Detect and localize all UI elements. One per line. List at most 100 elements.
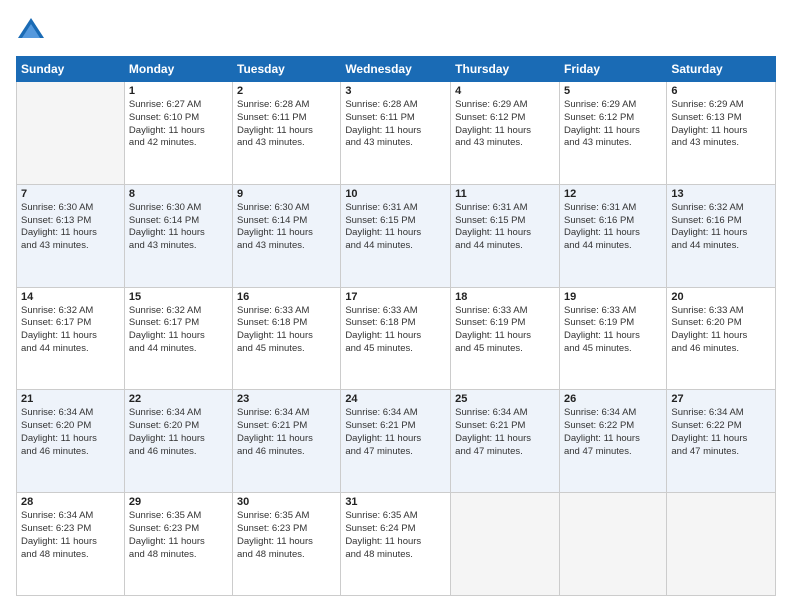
day-number: 28 — [21, 496, 120, 508]
calendar-week-row: 28 Sunrise: 6:34 AMSunset: 6:23 PMDayligh… — [17, 493, 776, 596]
day-info: Sunrise: 6:35 AMSunset: 6:24 PMDaylight:… — [345, 510, 446, 561]
header — [16, 16, 776, 46]
calendar-cell: 22Sunrise: 6:34 AMSunset: 6:20 PMDayligh… — [124, 390, 232, 493]
day-number: 29 — [129, 496, 228, 508]
calendar-cell: 7 Sunrise: 6:30 AMSunset: 6:13 PMDaylight… — [17, 184, 125, 287]
weekday-header: Thursday — [451, 57, 560, 82]
weekday-header: Friday — [559, 57, 666, 82]
day-number: 7 — [21, 188, 120, 200]
day-number: 27 — [671, 393, 771, 405]
calendar-week-row: 14Sunrise: 6:32 AMSunset: 6:17 PMDayligh… — [17, 287, 776, 390]
weekday-header: Sunday — [17, 57, 125, 82]
calendar-cell: 16Sunrise: 6:33 AMSunset: 6:18 PMDayligh… — [233, 287, 341, 390]
calendar-cell: 20 Sunrise: 6:33 AMSunset: 6:20 PMDayligh… — [667, 287, 776, 390]
calendar-cell: 1 Sunrise: 6:27 AMSunset: 6:10 PMDaylight… — [124, 82, 232, 185]
day-number: 19 — [564, 291, 662, 303]
calendar-cell: 15 Sunrise: 6:32 AMSunset: 6:17 PMDayligh… — [124, 287, 232, 390]
calendar-cell: 14Sunrise: 6:32 AMSunset: 6:17 PMDayligh… — [17, 287, 125, 390]
day-number: 11 — [455, 188, 555, 200]
day-number: 4 — [455, 85, 555, 97]
calendar-cell: 27 Sunrise: 6:34 AMSunset: 6:22 PMDayligh… — [667, 390, 776, 493]
day-info: Sunrise: 6:33 AMSunset: 6:18 PMDaylight:… — [345, 305, 446, 356]
day-info: Sunrise: 6:34 AMSunset: 6:21 PMDaylight:… — [237, 407, 336, 458]
calendar-header-row: SundayMondayTuesdayWednesdayThursdayFrid… — [17, 57, 776, 82]
weekday-header: Wednesday — [341, 57, 451, 82]
calendar-cell: 24Sunrise: 6:34 AMSunset: 6:21 PMDayligh… — [341, 390, 451, 493]
day-number: 16 — [237, 291, 336, 303]
calendar-cell: 19 Sunrise: 6:33 AMSunset: 6:19 PMDayligh… — [559, 287, 666, 390]
day-number: 13 — [671, 188, 771, 200]
calendar-cell: 13 Sunrise: 6:32 AMSunset: 6:16 PMDayligh… — [667, 184, 776, 287]
calendar-cell: 2 Sunrise: 6:28 AMSunset: 6:11 PMDaylight… — [233, 82, 341, 185]
calendar-week-row: 7 Sunrise: 6:30 AMSunset: 6:13 PMDaylight… — [17, 184, 776, 287]
day-number: 8 — [129, 188, 228, 200]
day-number: 5 — [564, 85, 662, 97]
day-number: 25 — [455, 393, 555, 405]
day-info: Sunrise: 6:32 AMSunset: 6:16 PMDaylight:… — [671, 202, 771, 253]
calendar-cell: 3 Sunrise: 6:28 AMSunset: 6:11 PMDaylight… — [341, 82, 451, 185]
logo — [16, 16, 50, 46]
calendar-cell — [17, 82, 125, 185]
calendar-cell: 11 Sunrise: 6:31 AMSunset: 6:15 PMDayligh… — [451, 184, 560, 287]
day-info: Sunrise: 6:30 AMSunset: 6:14 PMDaylight:… — [237, 202, 336, 253]
calendar-week-row: 21 Sunrise: 6:34 AMSunset: 6:20 PMDayligh… — [17, 390, 776, 493]
calendar-table: SundayMondayTuesdayWednesdayThursdayFrid… — [16, 56, 776, 596]
calendar-cell: 12Sunrise: 6:31 AMSunset: 6:16 PMDayligh… — [559, 184, 666, 287]
day-info: Sunrise: 6:29 AMSunset: 6:12 PMDaylight:… — [564, 99, 662, 150]
day-info: Sunrise: 6:35 AMSunset: 6:23 PMDaylight:… — [129, 510, 228, 561]
day-info: Sunrise: 6:31 AMSunset: 6:15 PMDaylight:… — [455, 202, 555, 253]
calendar-cell: 8 Sunrise: 6:30 AMSunset: 6:14 PMDaylight… — [124, 184, 232, 287]
page: SundayMondayTuesdayWednesdayThursdayFrid… — [0, 0, 792, 612]
day-number: 1 — [129, 85, 228, 97]
weekday-header: Tuesday — [233, 57, 341, 82]
day-info: Sunrise: 6:34 AMSunset: 6:22 PMDaylight:… — [564, 407, 662, 458]
day-info: Sunrise: 6:34 AMSunset: 6:20 PMDaylight:… — [21, 407, 120, 458]
day-info: Sunrise: 6:30 AMSunset: 6:14 PMDaylight:… — [129, 202, 228, 253]
day-number: 21 — [21, 393, 120, 405]
day-number: 6 — [671, 85, 771, 97]
day-info: Sunrise: 6:27 AMSunset: 6:10 PMDaylight:… — [129, 99, 228, 150]
day-number: 2 — [237, 85, 336, 97]
day-number: 15 — [129, 291, 228, 303]
calendar-cell: 28 Sunrise: 6:34 AMSunset: 6:23 PMDayligh… — [17, 493, 125, 596]
day-info: Sunrise: 6:30 AMSunset: 6:13 PMDaylight:… — [21, 202, 120, 253]
day-number: 18 — [455, 291, 555, 303]
day-number: 23 — [237, 393, 336, 405]
day-number: 9 — [237, 188, 336, 200]
calendar-cell: 23 Sunrise: 6:34 AMSunset: 6:21 PMDayligh… — [233, 390, 341, 493]
logo-icon — [16, 16, 46, 46]
day-info: Sunrise: 6:33 AMSunset: 6:19 PMDaylight:… — [564, 305, 662, 356]
calendar-cell: 18 Sunrise: 6:33 AMSunset: 6:19 PMDayligh… — [451, 287, 560, 390]
calendar-cell: 25 Sunrise: 6:34 AMSunset: 6:21 PMDayligh… — [451, 390, 560, 493]
day-info: Sunrise: 6:29 AMSunset: 6:13 PMDaylight:… — [671, 99, 771, 150]
day-number: 17 — [345, 291, 446, 303]
calendar-cell: 5 Sunrise: 6:29 AMSunset: 6:12 PMDaylight… — [559, 82, 666, 185]
day-info: Sunrise: 6:29 AMSunset: 6:12 PMDaylight:… — [455, 99, 555, 150]
day-info: Sunrise: 6:32 AMSunset: 6:17 PMDaylight:… — [21, 305, 120, 356]
day-info: Sunrise: 6:34 AMSunset: 6:21 PMDaylight:… — [345, 407, 446, 458]
day-number: 26 — [564, 393, 662, 405]
day-info: Sunrise: 6:32 AMSunset: 6:17 PMDaylight:… — [129, 305, 228, 356]
day-info: Sunrise: 6:34 AMSunset: 6:23 PMDaylight:… — [21, 510, 120, 561]
day-number: 20 — [671, 291, 771, 303]
day-info: Sunrise: 6:34 AMSunset: 6:20 PMDaylight:… — [129, 407, 228, 458]
calendar-cell: 30Sunrise: 6:35 AMSunset: 6:23 PMDayligh… — [233, 493, 341, 596]
day-info: Sunrise: 6:28 AMSunset: 6:11 PMDaylight:… — [237, 99, 336, 150]
day-number: 30 — [237, 496, 336, 508]
day-number: 3 — [345, 85, 446, 97]
day-info: Sunrise: 6:28 AMSunset: 6:11 PMDaylight:… — [345, 99, 446, 150]
calendar-cell: 4 Sunrise: 6:29 AMSunset: 6:12 PMDaylight… — [451, 82, 560, 185]
calendar-cell: 10 Sunrise: 6:31 AMSunset: 6:15 PMDayligh… — [341, 184, 451, 287]
day-info: Sunrise: 6:33 AMSunset: 6:20 PMDaylight:… — [671, 305, 771, 356]
day-info: Sunrise: 6:34 AMSunset: 6:21 PMDaylight:… — [455, 407, 555, 458]
calendar-cell: 29 Sunrise: 6:35 AMSunset: 6:23 PMDayligh… — [124, 493, 232, 596]
day-info: Sunrise: 6:34 AMSunset: 6:22 PMDaylight:… — [671, 407, 771, 458]
calendar-cell — [667, 493, 776, 596]
calendar-cell — [559, 493, 666, 596]
weekday-header: Monday — [124, 57, 232, 82]
day-info: Sunrise: 6:33 AMSunset: 6:19 PMDaylight:… — [455, 305, 555, 356]
day-number: 31 — [345, 496, 446, 508]
day-number: 10 — [345, 188, 446, 200]
day-info: Sunrise: 6:31 AMSunset: 6:15 PMDaylight:… — [345, 202, 446, 253]
calendar-cell — [451, 493, 560, 596]
